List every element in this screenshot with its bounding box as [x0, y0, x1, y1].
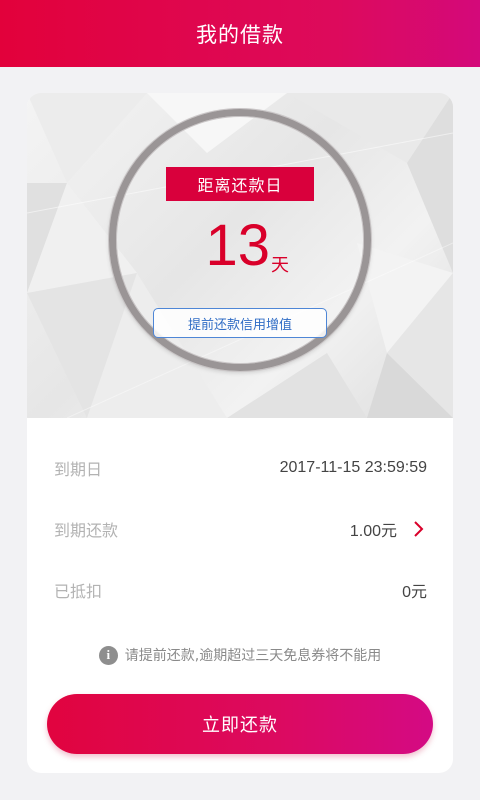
notice-text: 请提前还款,逾期超过三天免息券将不能用	[124, 648, 382, 664]
page-title: 我的借款	[196, 22, 284, 47]
due-amount-wrap: 1.00元	[350, 517, 427, 541]
info-icon: i	[98, 645, 118, 665]
chevron-right-icon[interactable]	[409, 520, 427, 538]
days-unit: 天	[271, 255, 289, 276]
early-repay-credit-button[interactable]: 提前还款信用增值	[153, 308, 327, 338]
due-date-value: 2017-11-15 23:59:59	[279, 459, 427, 476]
deducted-row: 已抵扣 0元	[54, 570, 427, 610]
due-date-row: 到期日 2017-11-15 23:59:59	[54, 448, 427, 488]
app-header: 我的借款	[0, 0, 480, 67]
loan-card: 距离还款日 13 天 提前还款信用增值 到期日 2017-11-15 23:59…	[27, 93, 453, 773]
deducted-value: 0元	[402, 584, 427, 601]
countdown-panel: 距离还款日 13 天 提前还款信用增值	[27, 93, 453, 418]
due-date-label: 到期日	[54, 460, 103, 479]
due-amount-row[interactable]: 到期还款 1.00元	[54, 509, 427, 549]
repay-notice: i 请提前还款,逾期超过三天免息券将不能用	[27, 645, 453, 665]
repay-now-button[interactable]: 立即还款	[47, 694, 433, 754]
deducted-label: 已抵扣	[54, 582, 103, 601]
due-amount-value: 1.00元	[349, 523, 397, 540]
due-date-banner: 距离还款日	[166, 167, 314, 201]
due-amount-label: 到期还款	[54, 521, 119, 540]
days-remaining-value: 13	[205, 213, 270, 278]
